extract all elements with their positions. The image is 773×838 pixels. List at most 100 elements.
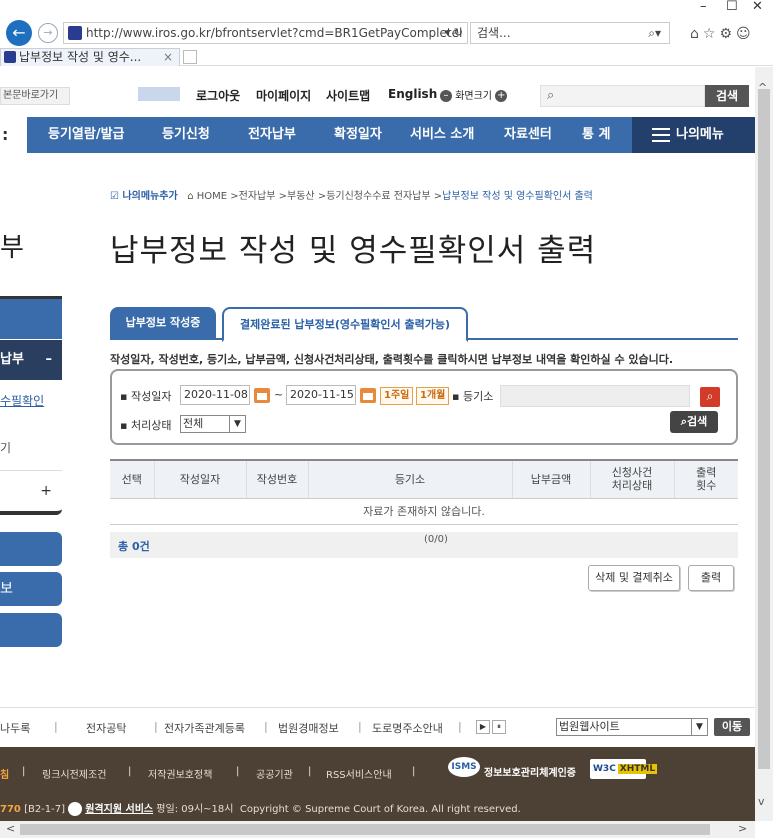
delete-cancel-button[interactable]: 삭제 및 결제취소	[588, 565, 680, 591]
form-search-label: 검색	[686, 415, 708, 428]
print-button[interactable]: 출력	[688, 565, 734, 591]
court-site-select[interactable]: 법원웹사이트 ▼	[556, 718, 708, 736]
col-print-count[interactable]: 출력 횟수	[674, 459, 738, 499]
scroll-down-icon[interactable]: v	[758, 795, 765, 808]
new-tab-button[interactable]	[183, 50, 197, 64]
col-registry[interactable]: 등기소	[308, 459, 513, 499]
date-to-input[interactable]: 2020-11-15	[286, 385, 356, 405]
footer-link-family-registry[interactable]: 전자가족관계등록	[164, 720, 245, 736]
zoom-in-button[interactable]: +	[495, 90, 508, 102]
sitemap-link[interactable]: 사이트맵	[326, 87, 370, 104]
nav-item-data-center[interactable]: 자료센터	[504, 117, 552, 153]
horizontal-scrollbar[interactable]: < >	[0, 821, 755, 838]
back-button[interactable]: ←	[6, 20, 32, 46]
nav-item-e-payment[interactable]: 전자납부	[248, 117, 296, 153]
footer-link-auction[interactable]: 법원경매정보	[278, 720, 339, 736]
breadcrumb-epayment[interactable]: 전자납부	[239, 191, 276, 202]
browser-tab-active[interactable]: 납부정보 작성 및 영수... ×	[0, 48, 180, 66]
tab-close-icon[interactable]: ×	[163, 49, 173, 65]
site-search-button[interactable]: 검색	[705, 85, 749, 107]
browser-search-box[interactable]: 검색... ⌕▾	[470, 22, 670, 44]
empty-message: 자료가 존재하지 않습니다.	[110, 498, 738, 525]
search-icon[interactable]: ⌕▾	[648, 23, 661, 43]
footer-policy-fragment[interactable]: 침	[0, 766, 9, 781]
site-search-input[interactable]: ⌕	[540, 85, 705, 107]
scroll-left-icon[interactable]: <	[6, 822, 15, 835]
sidebar-item-top[interactable]	[0, 299, 62, 339]
logout-link[interactable]: 로그아웃	[196, 87, 240, 104]
next-icon[interactable]: ▶	[476, 720, 490, 734]
registry-input[interactable]	[500, 385, 690, 407]
minimize-button[interactable]: –	[700, 0, 707, 14]
content-tabs: 납부정보 작성중 결제완료된 납부정보(영수필확인서 출력가능)	[110, 307, 738, 342]
site-logo[interactable]	[138, 87, 180, 101]
breadcrumb-home[interactable]: HOME	[197, 191, 227, 202]
back-arrow-icon: ←	[12, 23, 26, 42]
vertical-scroll-thumb[interactable]	[758, 89, 770, 769]
sidebar-item-receipt[interactable]: 수필확인	[0, 392, 44, 409]
tab-completed[interactable]: 결제완료된 납부정보(영수필확인서 출력가능)	[222, 307, 468, 342]
sidebar-item-other[interactable]: 기	[0, 439, 11, 456]
tab-writing[interactable]: 납부정보 작성중	[110, 307, 216, 340]
address-row: ← → http://www.iros.go.kr/bfrontservlet?…	[0, 14, 773, 46]
breadcrumb-realestate[interactable]: 부동산	[287, 191, 315, 202]
breadcrumb-fee-payment[interactable]: 등기신청수수료 전자납부	[326, 191, 430, 202]
total-number: 0	[131, 540, 140, 553]
sidebar-button-1[interactable]	[0, 532, 62, 566]
vertical-scrollbar[interactable]: ^ v	[755, 67, 773, 821]
remote-support-link[interactable]: 원격지원 서비스	[85, 804, 153, 815]
nav-item-statistics[interactable]: 통 계	[582, 117, 610, 153]
sidebar-button-3[interactable]	[0, 613, 62, 647]
close-window-button[interactable]: ✕	[752, 0, 763, 14]
status-select[interactable]: 전체 ▼	[180, 415, 246, 433]
xhtml-badge: XHTML	[617, 764, 658, 774]
smiley-icon[interactable]: ☺	[736, 26, 755, 42]
col-amount[interactable]: 납부금액	[512, 459, 591, 499]
add-my-menu-link[interactable]: ☑ 나의메뉴추가	[110, 191, 178, 202]
date-from-input[interactable]: 2020-11-08	[180, 385, 250, 405]
footer-link-terms[interactable]: 링크시전제조건	[42, 766, 106, 781]
col-status[interactable]: 신청사건 처리상태	[590, 459, 675, 499]
footer-link-road-address[interactable]: 도로명주소안내	[372, 720, 443, 736]
footer-link-rss[interactable]: RSS서비스안내	[326, 766, 392, 781]
zoom-out-button[interactable]: –	[440, 90, 452, 102]
address-bar[interactable]: http://www.iros.go.kr/bfrontservlet?cmd=…	[63, 22, 468, 44]
footer-sep: |	[458, 720, 462, 733]
my-menu-button[interactable]: 나의메뉴	[632, 117, 755, 153]
one-month-button[interactable]: 1개월	[416, 387, 450, 405]
horizontal-scroll-thumb[interactable]	[20, 824, 710, 835]
home-icon[interactable]: ⌂	[690, 26, 703, 42]
skip-to-content-link[interactable]: 본문바로가기	[0, 87, 70, 105]
form-search-button[interactable]: ⌕검색	[670, 411, 718, 433]
home-icon: ⌂	[187, 191, 194, 202]
gear-icon[interactable]: ⚙	[719, 26, 736, 42]
go-button[interactable]: 이동	[714, 718, 750, 736]
nav-item-registry-view[interactable]: 등기열람/발급	[48, 117, 125, 153]
sidebar-expand-item[interactable]: +	[0, 470, 62, 515]
registry-search-button[interactable]: ⌕	[700, 387, 720, 407]
sidebar-button-2[interactable]: 보	[0, 572, 62, 606]
nav-item-registry-apply[interactable]: 등기신청	[162, 117, 210, 153]
footer-link-public[interactable]: 공공기관	[256, 766, 293, 781]
footer-link-e-deposit[interactable]: 전자공탁	[86, 720, 126, 736]
footer-link-copyright[interactable]: 저작권보호정책	[148, 766, 212, 781]
address-controls[interactable]: ▾ ↻	[445, 23, 463, 43]
window-titlebar: – ☐ ✕	[0, 0, 773, 14]
sidebar-section-payment[interactable]: 납부 –	[0, 340, 62, 380]
nav-item-service-intro[interactable]: 서비스 소개	[410, 117, 474, 153]
mypage-link[interactable]: 마이페이지	[256, 87, 311, 104]
scroll-right-icon[interactable]: >	[738, 822, 747, 835]
pause-icon[interactable]: ⏸	[492, 720, 506, 734]
calendar-icon[interactable]	[254, 388, 270, 403]
english-link[interactable]: English	[388, 87, 437, 101]
footer-link-1[interactable]: 나두록	[0, 720, 30, 736]
calendar-icon[interactable]	[360, 388, 376, 403]
col-date[interactable]: 작성일자	[154, 459, 247, 499]
col-number[interactable]: 작성번호	[246, 459, 309, 499]
nav-item-fixed-date[interactable]: 확정일자	[334, 117, 382, 153]
utility-bar: 본문바로가기 로그아웃 마이페이지 사이트맵 English – 화면크기 + …	[0, 81, 755, 109]
maximize-button[interactable]: ☐	[726, 0, 738, 14]
forward-button[interactable]: →	[38, 23, 58, 43]
one-week-button[interactable]: 1주일	[380, 387, 414, 405]
favorites-star-icon[interactable]: ☆	[703, 26, 720, 42]
